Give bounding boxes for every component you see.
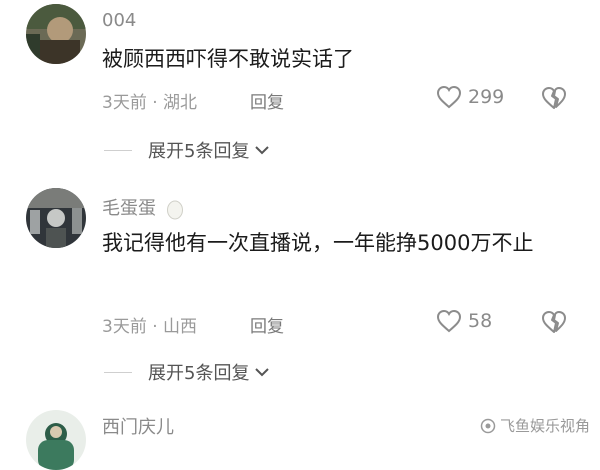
comment-time: 3天前 [102, 317, 147, 337]
comment-meta: 3天前 · 湖北 [102, 88, 197, 113]
heart-outline-icon [436, 309, 462, 333]
comment-time: 3天前 [102, 93, 147, 113]
reply-button[interactable]: 回复 [250, 312, 284, 337]
egg-icon [166, 200, 183, 220]
reply-button[interactable]: 回复 [250, 88, 284, 113]
comment-location: 山西 [163, 317, 198, 337]
like-button[interactable]: 299 [436, 85, 504, 109]
username[interactable]: 西门庆儿 [102, 413, 174, 439]
dislike-button[interactable] [540, 310, 568, 338]
expand-label: 展开5条回复 [148, 363, 250, 384]
expand-replies-button[interactable]: 展开5条回复 [104, 137, 271, 163]
avatar[interactable] [26, 4, 86, 64]
comment-text: 我记得他有一次直播说，一年能挣5000万不止 [102, 231, 534, 255]
watermark: 飞鱼娱乐视角 [480, 415, 590, 436]
username[interactable]: 毛蛋蛋 [102, 194, 184, 220]
broken-heart-icon [542, 311, 566, 333]
broken-heart-icon [542, 87, 566, 109]
like-count: 58 [468, 310, 493, 332]
avatar[interactable] [26, 188, 86, 248]
comment-location: 湖北 [163, 93, 198, 113]
expand-divider [104, 371, 132, 373]
meta-separator: · [152, 317, 158, 337]
like-button[interactable]: 58 [436, 309, 492, 333]
watermark-text: 飞鱼娱乐视角 [499, 417, 590, 435]
expand-label: 展开5条回复 [148, 141, 250, 162]
username[interactable]: 004 [102, 10, 136, 31]
comment-text: 被顾西西吓得不敢说实话了 [102, 47, 354, 71]
dislike-button[interactable] [540, 86, 568, 114]
username-text: 毛蛋蛋 [102, 198, 156, 219]
heart-outline-icon [436, 85, 462, 109]
chevron-down-icon [255, 146, 270, 155]
expand-divider [104, 149, 132, 151]
expand-replies-button[interactable]: 展开5条回复 [104, 359, 271, 385]
like-count: 299 [468, 86, 505, 108]
chevron-down-icon [255, 368, 270, 377]
avatar[interactable] [26, 410, 86, 470]
meta-separator: · [152, 93, 158, 113]
comment-meta: 3天前 · 山西 [102, 312, 197, 337]
camera-shutter-icon [480, 418, 496, 433]
